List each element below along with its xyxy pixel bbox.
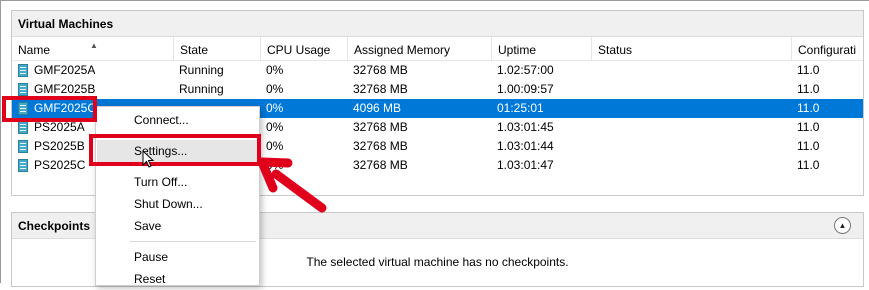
annotation-arrow — [257, 157, 327, 213]
mouse-pointer-icon — [142, 150, 155, 168]
